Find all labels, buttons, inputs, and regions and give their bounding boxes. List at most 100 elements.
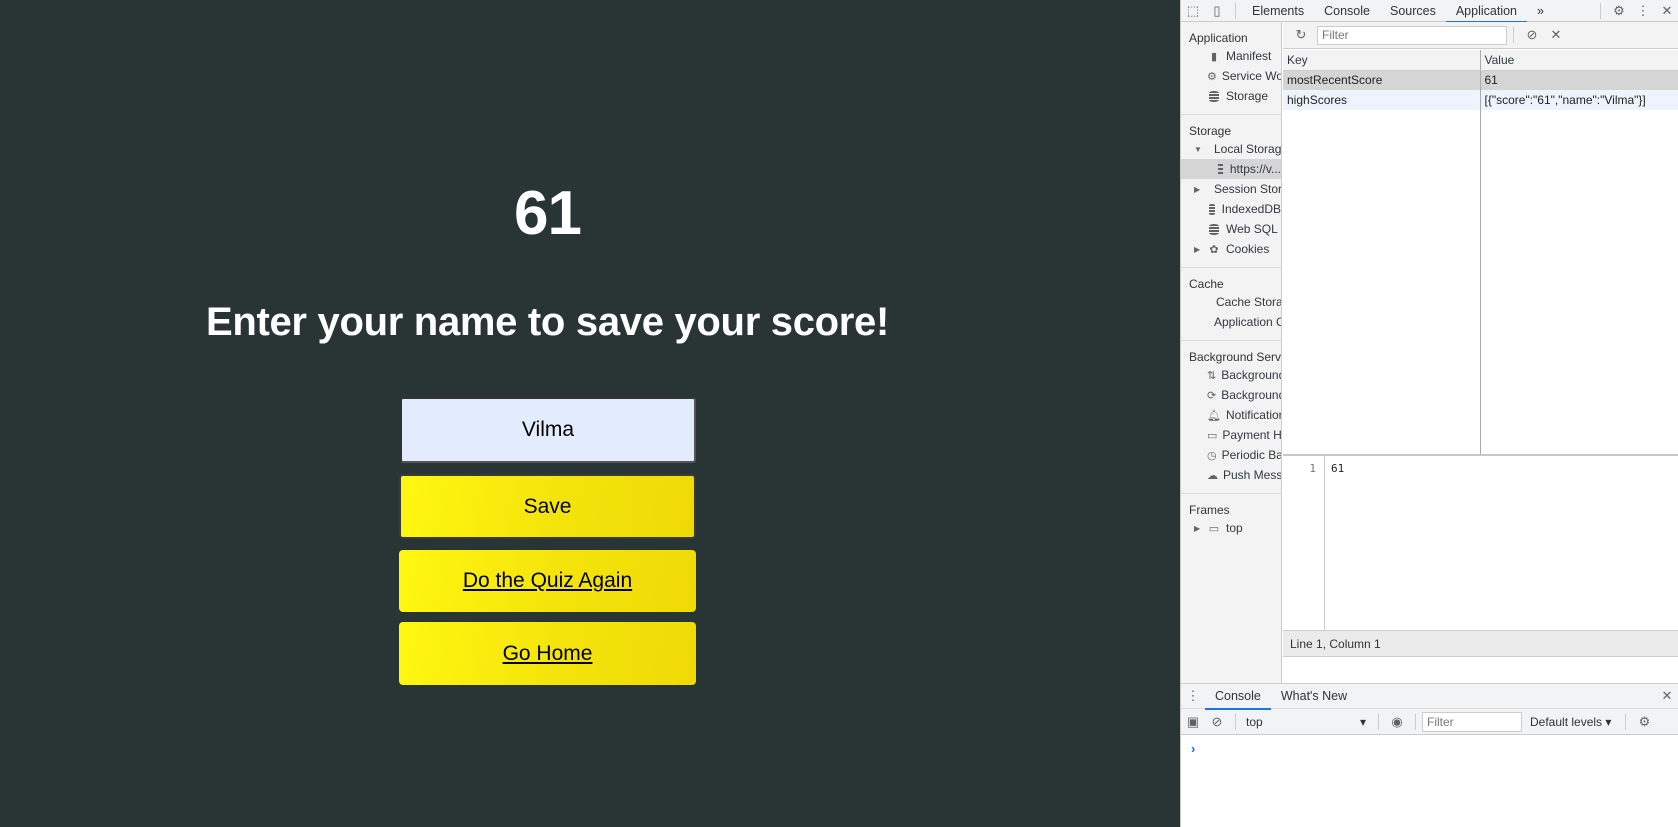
play-again-link[interactable]: Do the Quiz Again [399, 550, 696, 612]
sidebar-item-storage[interactable]: Storage [1181, 86, 1281, 106]
sidebar-item-push-messaging[interactable]: ☁Push Messaging [1181, 465, 1281, 485]
cloud-icon: ☁ [1207, 469, 1218, 482]
live-expression-eye-icon[interactable]: ◉ [1385, 711, 1409, 733]
sidebar-item-service-workers[interactable]: ⚙Service Workers [1181, 66, 1281, 86]
value-preview-text[interactable]: 61 [1331, 462, 1344, 475]
sidebar-item-background-sync[interactable]: ⟳Background Sync [1181, 385, 1281, 405]
sidebar-item-indexeddb[interactable]: IndexedDB [1181, 199, 1281, 219]
sidebar-item-payment-handler[interactable]: ▭Payment Handler [1181, 425, 1281, 445]
close-drawer-icon[interactable]: ✕ [1655, 685, 1678, 707]
sidebar-item-manifest[interactable]: ▮ Manifest [1181, 46, 1281, 66]
sidebar-item-web-sql[interactable]: Web SQL [1181, 219, 1281, 239]
storage-filter-input[interactable] [1317, 25, 1507, 45]
tab-application[interactable]: Application [1445, 0, 1528, 23]
devtools-panel: ⬚ ▯ Elements Console Sources Application… [1180, 0, 1678, 827]
more-tabs-button[interactable]: » [1527, 0, 1554, 22]
expanded-triangle-icon[interactable]: ▼ [1194, 145, 1202, 154]
toolbar-divider [1415, 713, 1416, 730]
row-key[interactable]: highScores [1283, 90, 1480, 110]
table-row[interactable]: mostRecentScore 61 [1283, 70, 1678, 90]
file-icon: ▮ [1210, 50, 1218, 63]
settings-gear-icon[interactable]: ⚙ [1607, 0, 1631, 22]
column-header-value[interactable]: Value [1479, 50, 1678, 71]
go-home-link[interactable]: Go Home [399, 622, 696, 685]
show-sidebar-icon[interactable]: ▣ [1181, 711, 1205, 733]
username-input[interactable] [400, 397, 696, 463]
quiz-end-page: 61 Enter your name to save your score! S… [0, 0, 1180, 827]
log-levels-dropdown[interactable]: Default levels ▾ [1522, 715, 1619, 729]
card-icon: ▭ [1207, 429, 1218, 442]
drawer-tab-console[interactable]: Console [1205, 684, 1271, 710]
collapsed-triangle-icon[interactable]: ▶ [1194, 524, 1200, 533]
row-value[interactable]: 61 [1479, 70, 1678, 90]
console-prompt-icon[interactable]: › [1191, 741, 1195, 756]
table-header: Key Value [1283, 50, 1678, 71]
tab-elements[interactable]: Elements [1242, 0, 1314, 22]
drawer-menu-icon[interactable]: ⋮ [1181, 685, 1205, 707]
sidebar-item-local-storage[interactable]: ▼ Local Storage [1181, 139, 1281, 159]
close-devtools-icon[interactable]: ✕ [1655, 0, 1678, 22]
context-selector[interactable]: top ▾ [1242, 715, 1372, 729]
sync-icon: ⟳ [1207, 389, 1217, 402]
refresh-icon[interactable]: ↻ [1289, 24, 1313, 46]
row-value[interactable]: [{"score":"61","name":"Vilma"}] [1479, 90, 1678, 110]
clear-all-icon[interactable]: ⊘ [1520, 24, 1544, 46]
device-toolbar-icon[interactable]: ▯ [1205, 0, 1229, 22]
row-key[interactable]: mostRecentScore [1283, 70, 1480, 90]
tab-sources[interactable]: Sources [1380, 0, 1446, 22]
sidebar-item-cookies[interactable]: ▶ ✿ Cookies [1181, 239, 1281, 259]
sidebar-item-local-storage-origin[interactable]: https://v... [1181, 159, 1281, 179]
sidebar-item-frame-top[interactable]: ▶ ▭ top [1181, 518, 1281, 538]
clear-console-icon[interactable]: ⊘ [1205, 711, 1229, 733]
console-drawer: ⋮ Console What's New ✕ ▣ ⊘ top▾ ◉ Defaul… [1181, 683, 1678, 827]
tab-console[interactable]: Console [1314, 0, 1380, 22]
toolbar-divider [1600, 2, 1601, 19]
grid-icon [1218, 164, 1224, 174]
value-preview: 1 61 [1283, 456, 1678, 630]
sidebar-item-application-cache[interactable]: Application Cache [1181, 312, 1281, 332]
console-toolbar: ▣ ⊘ top▾ ◉ Default levels ▾ ⚙ [1181, 709, 1678, 735]
arrows-updown-icon: ⇅ [1207, 369, 1217, 382]
bell-icon: 🔔︎ [1207, 409, 1221, 422]
more-options-icon[interactable]: ⋮ [1631, 0, 1655, 22]
save-button[interactable]: Save [399, 474, 696, 539]
gear-icon: ⚙ [1207, 70, 1217, 83]
cursor-position-status: Line 1, Column 1 [1283, 630, 1678, 657]
toolbar-divider [1625, 713, 1627, 730]
sidebar-item-cache-storage[interactable]: Cache Storage [1181, 292, 1281, 312]
drawer-tab-whats-new[interactable]: What's New [1271, 684, 1357, 709]
cookie-icon: ✿ [1209, 243, 1219, 256]
sidebar-section-cache: Cache [1189, 277, 1224, 291]
collapsed-triangle-icon[interactable]: ▶ [1194, 185, 1200, 194]
sidebar-section-frames: Frames [1189, 503, 1230, 517]
frame-icon: ▭ [1208, 522, 1220, 535]
collapsed-triangle-icon[interactable]: ▶ [1194, 245, 1200, 254]
local-storage-view: ↻ ⊘ ✕ Key Value mostRecentScore 61 highS… [1283, 22, 1678, 683]
storage-table: Key Value mostRecentScore 61 highScores … [1283, 50, 1678, 456]
save-score-prompt: Enter your name to save your score! [205, 300, 890, 344]
console-filter-input[interactable] [1422, 711, 1522, 732]
sidebar-item-background-fetch[interactable]: ⇅Background Fetch [1181, 365, 1281, 385]
dropdown-arrow-icon: ▾ [1359, 714, 1366, 729]
sidebar-section-storage: Storage [1189, 124, 1232, 138]
sidebar-item-notifications[interactable]: 🔔︎Notifications [1181, 405, 1281, 425]
sidebar-item-session-storage[interactable]: ▶Session Storage [1181, 179, 1281, 199]
column-header-key[interactable]: Key [1283, 50, 1480, 71]
console-settings-gear-icon[interactable]: ⚙ [1632, 711, 1656, 733]
sidebar-item-periodic-background-sync[interactable]: ◷Periodic Background Sync [1181, 445, 1281, 465]
toolbar-divider [1513, 27, 1514, 43]
toolbar-divider [1378, 713, 1379, 730]
final-score: 61 [514, 179, 582, 248]
drawer-tab-bar: ⋮ Console What's New ✕ [1181, 684, 1678, 710]
delete-selected-icon[interactable]: ✕ [1544, 24, 1568, 46]
sidebar-section-background-services: Background Services [1189, 350, 1282, 364]
storage-filter-bar: ↻ ⊘ ✕ [1283, 22, 1678, 49]
line-number-gutter: 1 [1283, 456, 1325, 630]
database-icon [1209, 223, 1219, 235]
toolbar-divider [1235, 713, 1236, 730]
table-row[interactable]: highScores [{"score":"61","name":"Vilma"… [1283, 90, 1678, 110]
database-icon [1209, 90, 1219, 102]
toolbar-divider [1235, 2, 1236, 19]
devtools-toolbar: ⬚ ▯ Elements Console Sources Application… [1181, 0, 1678, 23]
inspect-element-icon[interactable]: ⬚ [1181, 0, 1205, 22]
